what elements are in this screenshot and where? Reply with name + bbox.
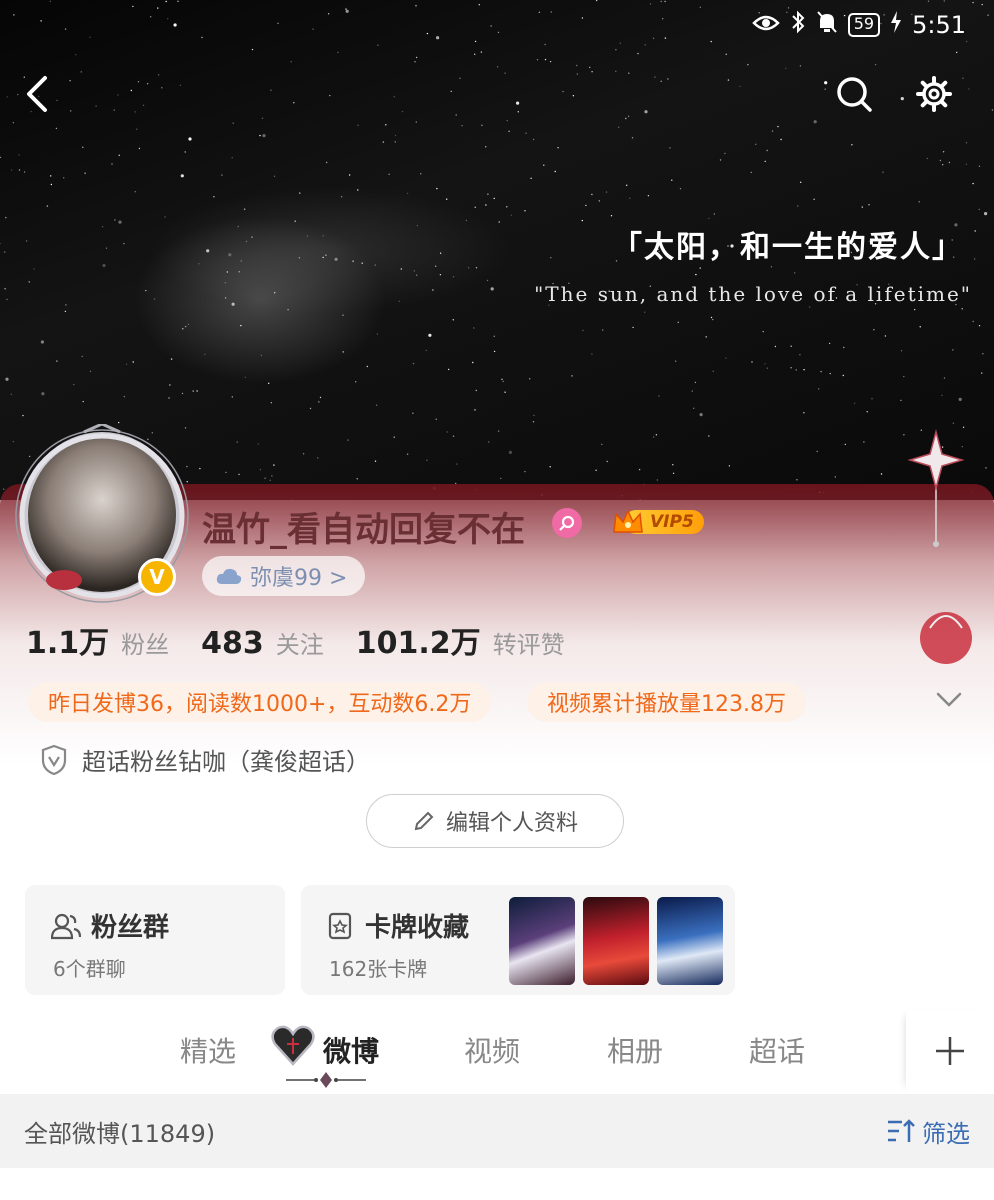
ornament-icon bbox=[907, 429, 972, 664]
plus-icon bbox=[936, 1037, 964, 1065]
fans-label[interactable]: 粉丝 bbox=[121, 625, 169, 660]
following-label[interactable]: 关注 bbox=[276, 625, 324, 660]
cloud-icon bbox=[216, 568, 242, 584]
back-arrow-icon bbox=[27, 76, 47, 112]
fans-count[interactable]: 1.1万 bbox=[26, 618, 109, 662]
video-plays-tag[interactable]: 视频累计播放量123.8万 bbox=[527, 682, 806, 722]
edit-profile-label: 编辑个人资料 bbox=[445, 811, 578, 836]
pencil-icon bbox=[414, 811, 434, 831]
profile-stats: 1.1万 粉丝 483 关注 101.2万 转评赞 bbox=[26, 618, 585, 662]
search-button[interactable] bbox=[830, 70, 878, 118]
profile-tabs: 精选 微博 视频 相册 超话 bbox=[0, 1010, 994, 1092]
group-icon bbox=[51, 913, 81, 939]
feed-preview-strip bbox=[0, 1168, 994, 1200]
all-weibo-count: 全部微博(11849) bbox=[24, 1119, 216, 1148]
fan-group-card[interactable]: 粉丝群 6个群聊 bbox=[25, 885, 285, 995]
heart-badge-icon bbox=[271, 1025, 315, 1066]
tab-weibo[interactable]: 微博 bbox=[323, 1030, 379, 1070]
clock: 5:51 bbox=[912, 11, 966, 39]
charging-icon bbox=[890, 11, 902, 39]
fan-group-subtitle: 6个群聊 bbox=[53, 957, 126, 981]
card-thumbnail[interactable] bbox=[657, 897, 723, 985]
following-count[interactable]: 483 bbox=[201, 626, 264, 661]
verified-badge: V bbox=[138, 558, 176, 596]
edit-profile-button[interactable]: 编辑个人资料 bbox=[366, 794, 624, 848]
supertopic-fan-badge[interactable]: 超话粉丝钻咖（龚俊超话） bbox=[40, 742, 370, 777]
alias-label: 弥虞99 > bbox=[250, 566, 348, 591]
battery-indicator: 59 bbox=[847, 13, 881, 37]
daily-activity-tag[interactable]: 昨日发博36，阅读数1000+，互动数6.2万 bbox=[28, 682, 492, 722]
weibo-filter-bar: 全部微博(11849) 筛选 bbox=[0, 1094, 994, 1168]
vip-badge[interactable]: VIP5 bbox=[612, 506, 704, 538]
back-button[interactable] bbox=[14, 70, 62, 118]
gender-female-icon bbox=[552, 508, 582, 538]
bell-muted-icon bbox=[816, 10, 838, 40]
settings-button[interactable] bbox=[910, 70, 958, 118]
username: 温竹_看自动回复不在 bbox=[202, 510, 525, 550]
tab-video[interactable]: 视频 bbox=[464, 1030, 520, 1070]
filter-label: 筛选 bbox=[922, 1119, 970, 1148]
eye-icon bbox=[751, 11, 780, 39]
likes-label: 转评赞 bbox=[492, 631, 565, 659]
card-thumbnail[interactable] bbox=[583, 897, 649, 985]
search-icon bbox=[837, 77, 872, 112]
shield-icon bbox=[41, 744, 67, 775]
status-bar: 59 5:51 bbox=[751, 8, 966, 42]
card-collection-card[interactable]: 卡牌收藏 162张卡牌 bbox=[301, 885, 735, 995]
card-thumbnail[interactable] bbox=[509, 897, 575, 985]
filter-button[interactable]: 筛选 bbox=[886, 1114, 970, 1149]
filter-icon bbox=[888, 1119, 915, 1142]
crown-icon bbox=[613, 509, 643, 533]
likes-count: 101.2万 bbox=[355, 626, 481, 661]
bluetooth-icon bbox=[790, 10, 806, 40]
fan-group-title: 粉丝群 bbox=[91, 913, 170, 943]
tab-featured[interactable]: 精选 bbox=[180, 1030, 236, 1070]
chevron-down-icon[interactable] bbox=[932, 686, 966, 716]
tab-supertopic[interactable]: 超话 bbox=[749, 1030, 805, 1070]
tab-underline-ornament bbox=[286, 1072, 366, 1088]
card-collection-title: 卡牌收藏 bbox=[365, 913, 470, 943]
add-tab-button[interactable] bbox=[906, 1010, 994, 1092]
alias-link[interactable]: 弥虞99 > bbox=[202, 556, 366, 596]
card-icon bbox=[328, 912, 352, 939]
banner-quote-english: "The sun, and the love of a lifetime" bbox=[534, 282, 972, 306]
card-collection-subtitle: 162张卡牌 bbox=[329, 957, 428, 981]
gear-icon bbox=[916, 76, 952, 112]
banner-quote-chinese: 「太阳，和一生的爱人」 bbox=[612, 230, 964, 265]
tab-album[interactable]: 相册 bbox=[607, 1030, 663, 1070]
supertopic-label: 超话粉丝钻咖（龚俊超话） bbox=[82, 748, 370, 776]
